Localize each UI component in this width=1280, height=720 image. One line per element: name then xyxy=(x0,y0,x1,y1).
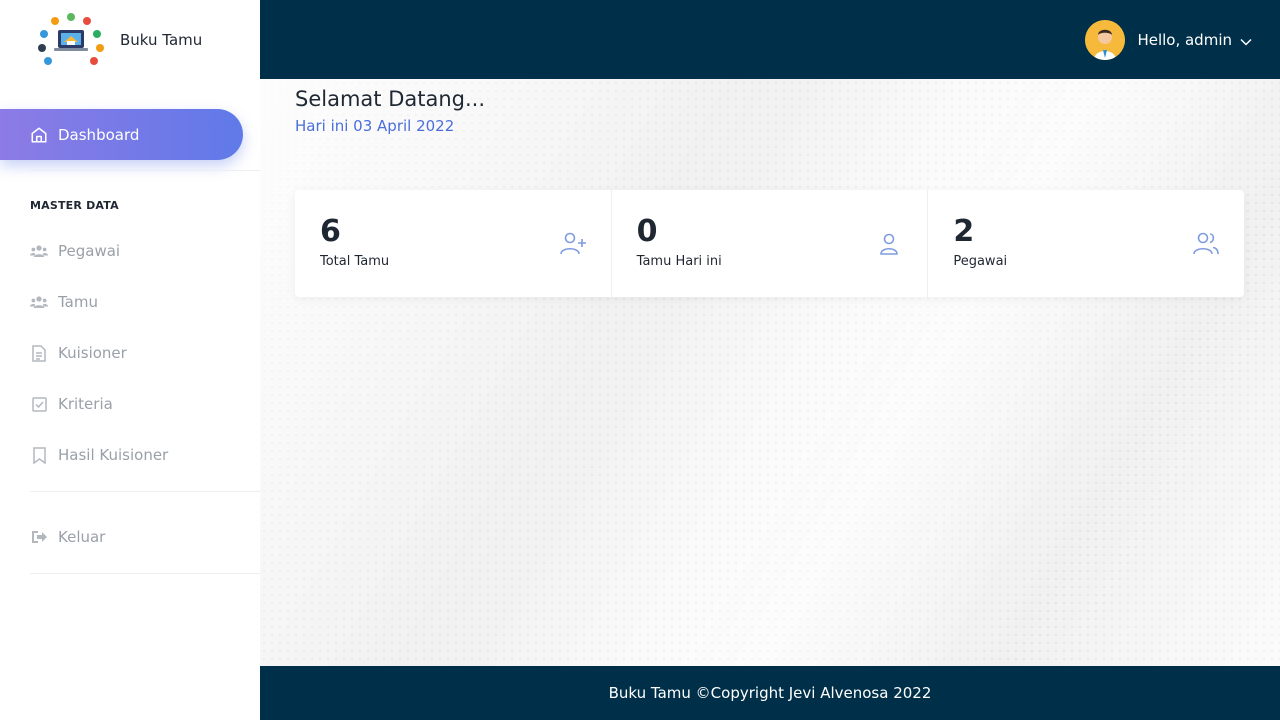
home-icon xyxy=(30,126,48,144)
sidebar-item-label: Keluar xyxy=(58,528,106,546)
main-content: Selamat Datang... Hari ini 03 April 2022… xyxy=(260,79,1280,666)
sidebar-item-keluar[interactable]: Keluar xyxy=(30,525,105,549)
stat-value: 2 xyxy=(953,214,975,249)
footer: Buku Tamu ©Copyright Jevi Alvenosa 2022 xyxy=(260,666,1280,720)
logout-icon xyxy=(30,528,48,546)
sidebar: Buku Tamu Dashboard MASTER DATA Pegawai xyxy=(0,0,260,720)
document-icon xyxy=(30,344,48,362)
bookmark-icon xyxy=(30,446,48,464)
stat-label: Tamu Hari ini xyxy=(636,254,722,269)
brand[interactable]: Buku Tamu xyxy=(34,10,202,70)
sidebar-item-kriteria[interactable]: Kriteria xyxy=(30,392,113,416)
stat-value: 0 xyxy=(636,214,658,249)
chevron-down-icon xyxy=(1240,31,1252,50)
sidebar-item-kuisioner[interactable]: Kuisioner xyxy=(30,341,127,365)
check-square-icon xyxy=(30,395,48,413)
users-icon xyxy=(30,293,48,311)
brand-title: Buku Tamu xyxy=(120,31,203,49)
user-menu[interactable]: Hello, admin xyxy=(1085,20,1252,60)
divider xyxy=(30,573,260,574)
users-icon xyxy=(30,242,48,260)
sidebar-item-hasil-kuisioner[interactable]: Hasil Kuisioner xyxy=(30,443,168,467)
stat-label: Total Tamu xyxy=(320,254,390,269)
app-logo xyxy=(34,10,108,70)
user-greeting: Hello, admin xyxy=(1137,31,1232,49)
avatar xyxy=(1085,20,1126,60)
sidebar-item-label: Tamu xyxy=(58,293,98,311)
user-icon xyxy=(875,230,903,258)
divider xyxy=(30,491,260,492)
stat-label: Pegawai xyxy=(953,254,1008,269)
sidebar-item-pegawai[interactable]: Pegawai xyxy=(30,239,120,263)
sidebar-item-label: Hasil Kuisioner xyxy=(58,446,169,464)
stat-value: 6 xyxy=(320,214,341,249)
section-title: MASTER DATA xyxy=(30,199,119,212)
sidebar-item-dashboard[interactable]: Dashboard xyxy=(0,109,243,160)
divider xyxy=(30,170,260,171)
users-icon xyxy=(1192,230,1220,258)
stat-card-pegawai: 2 Pegawai xyxy=(928,190,1244,297)
stat-card-total-tamu: 6 Total Tamu xyxy=(295,190,612,297)
stats-cards: 6 Total Tamu 0 Tamu Hari ini 2 Pegawai xyxy=(295,190,1244,297)
sidebar-item-tamu[interactable]: Tamu xyxy=(30,290,98,314)
page-title: Selamat Datang... xyxy=(295,87,485,111)
top-header: Hello, admin xyxy=(260,0,1280,79)
footer-copyright: Buku Tamu ©Copyright Jevi Alvenosa 2022 xyxy=(608,684,932,702)
sidebar-item-label: Dashboard xyxy=(58,125,140,144)
sidebar-item-label: Kuisioner xyxy=(58,344,127,362)
stat-card-tamu-hari-ini: 0 Tamu Hari ini xyxy=(612,190,929,297)
sidebar-item-label: Pegawai xyxy=(58,242,121,260)
user-plus-icon xyxy=(559,230,587,258)
sidebar-item-label: Kriteria xyxy=(58,395,113,413)
date-text: Hari ini 03 April 2022 xyxy=(295,117,455,135)
